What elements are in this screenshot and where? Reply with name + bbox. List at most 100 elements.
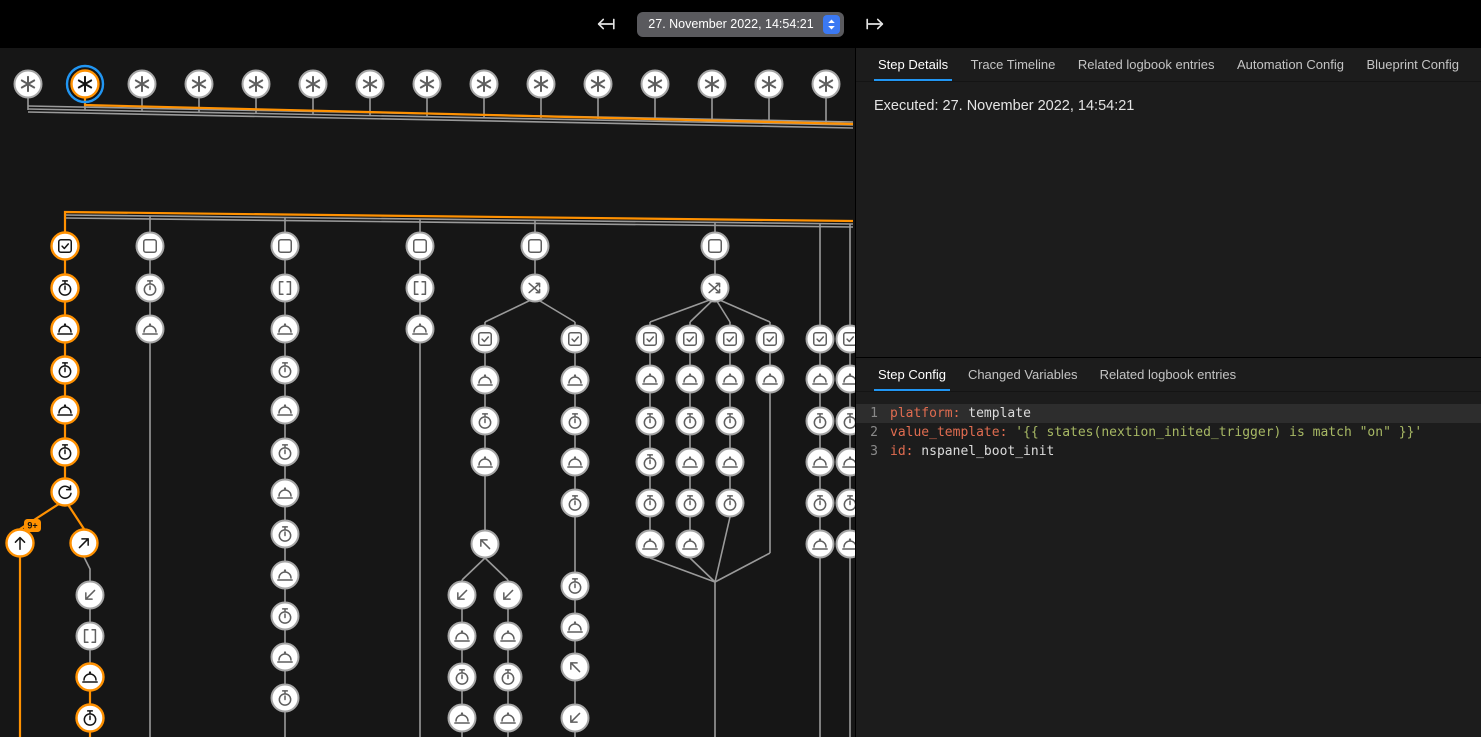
- trace-node-trigger-asterisk[interactable]: [67, 66, 103, 102]
- yaml-code-editor[interactable]: 1platform: template2value_template: '{{ …: [856, 392, 1481, 737]
- trace-node-delay-timer[interactable]: [272, 603, 299, 630]
- trace-node-trigger-asterisk[interactable]: [699, 71, 726, 98]
- trace-node-delay-timer[interactable]: [807, 408, 834, 435]
- trace-node-service-call[interactable]: [449, 705, 476, 732]
- trace-node-delay-timer[interactable]: [562, 490, 589, 517]
- trace-node-delay-timer[interactable]: [272, 685, 299, 712]
- trace-node-service-call[interactable]: [757, 366, 784, 393]
- trace-node-condition-checked[interactable]: [562, 326, 589, 353]
- trace-node-arrow-down-left[interactable]: [77, 582, 104, 609]
- trace-node-delay-timer[interactable]: [677, 490, 704, 517]
- trace-node-service-call[interactable]: [272, 316, 299, 343]
- trace-node-trigger-asterisk[interactable]: [414, 71, 441, 98]
- trace-node-condition-unchecked[interactable]: [407, 233, 434, 260]
- trace-node-service-call[interactable]: [677, 366, 704, 393]
- trace-node-service-call[interactable]: [52, 316, 79, 343]
- trace-node-trigger-asterisk[interactable]: [300, 71, 327, 98]
- trace-node-service-call[interactable]: [562, 614, 589, 641]
- trace-node-service-call[interactable]: [449, 623, 476, 650]
- trace-node-delay-timer[interactable]: [637, 408, 664, 435]
- trace-node-service-call[interactable]: [472, 449, 499, 476]
- previous-run-button[interactable]: [593, 11, 619, 37]
- trace-node-condition-checked[interactable]: [757, 326, 784, 353]
- trace-node-condition-checked[interactable]: [837, 326, 856, 353]
- tab-step-config[interactable]: Step Config: [870, 358, 954, 391]
- trace-node-condition-unchecked[interactable]: [522, 233, 549, 260]
- trace-node-delay-timer[interactable]: [837, 490, 856, 517]
- tab-related-logbook-entries[interactable]: Related logbook entries: [1092, 358, 1245, 391]
- trace-node-repeat[interactable]: [52, 479, 79, 506]
- trace-node-service-call[interactable]: [637, 531, 664, 558]
- tab-trace-timeline[interactable]: Trace Timeline: [963, 48, 1064, 81]
- trace-node-service-call[interactable]: [807, 449, 834, 476]
- trace-node-service-call[interactable]: [677, 449, 704, 476]
- trace-node-service-call[interactable]: [472, 367, 499, 394]
- trace-node-service-call[interactable]: [677, 531, 704, 558]
- trace-node-service-call[interactable]: [807, 531, 834, 558]
- trace-node-condition-checked[interactable]: [677, 326, 704, 353]
- trace-node-delay-timer[interactable]: [677, 408, 704, 435]
- trace-node-service-call[interactable]: [495, 705, 522, 732]
- trace-node-service-call[interactable]: [77, 664, 104, 691]
- trace-node-trigger-asterisk[interactable]: [585, 71, 612, 98]
- trace-node-service-call[interactable]: [837, 366, 856, 393]
- trace-node-arrow-up[interactable]: 9+: [7, 519, 42, 557]
- trace-node-delay-timer[interactable]: [472, 408, 499, 435]
- trace-node-service-call[interactable]: [562, 367, 589, 394]
- trace-node-delay-timer[interactable]: [52, 439, 79, 466]
- trace-node-trigger-asterisk[interactable]: [357, 71, 384, 98]
- trace-graph[interactable]: 9+: [0, 48, 855, 737]
- trace-node-service-call[interactable]: [837, 531, 856, 558]
- next-run-button[interactable]: [862, 11, 888, 37]
- trace-node-service-call[interactable]: [495, 623, 522, 650]
- trace-node-parallel-split[interactable]: [522, 275, 549, 302]
- run-selector[interactable]: 27. November 2022, 14:54:21: [637, 12, 843, 37]
- trace-node-condition-checked[interactable]: [472, 326, 499, 353]
- trace-node-trigger-asterisk[interactable]: [528, 71, 555, 98]
- trace-node-delay-timer[interactable]: [637, 449, 664, 476]
- trace-node-condition-unchecked[interactable]: [272, 233, 299, 260]
- trace-node-condition-checked[interactable]: [717, 326, 744, 353]
- trace-node-delay-timer[interactable]: [52, 275, 79, 302]
- tab-related-logbook-entries[interactable]: Related logbook entries: [1070, 48, 1223, 81]
- trace-node-condition-checked[interactable]: [807, 326, 834, 353]
- trace-node-service-call[interactable]: [637, 366, 664, 393]
- trace-node-service-call[interactable]: [407, 316, 434, 343]
- trace-node-delay-timer[interactable]: [449, 664, 476, 691]
- trace-node-trigger-asterisk[interactable]: [15, 71, 42, 98]
- trace-node-service-call[interactable]: [52, 397, 79, 424]
- trace-node-choose-brackets[interactable]: [407, 275, 434, 302]
- trace-node-service-call[interactable]: [272, 644, 299, 671]
- trace-node-arrow-up-right[interactable]: [71, 530, 98, 557]
- trace-node-service-call[interactable]: [717, 449, 744, 476]
- tab-automation-config[interactable]: Automation Config: [1229, 48, 1352, 81]
- trace-node-service-call[interactable]: [272, 562, 299, 589]
- trace-node-delay-timer[interactable]: [272, 439, 299, 466]
- trace-node-trigger-asterisk[interactable]: [642, 71, 669, 98]
- trace-node-trigger-asterisk[interactable]: [186, 71, 213, 98]
- trace-node-service-call[interactable]: [807, 366, 834, 393]
- trace-node-delay-timer[interactable]: [562, 408, 589, 435]
- trace-node-condition-unchecked[interactable]: [702, 233, 729, 260]
- trace-node-condition-checked[interactable]: [52, 233, 79, 260]
- trace-node-trigger-asterisk[interactable]: [756, 71, 783, 98]
- trace-node-delay-timer[interactable]: [837, 408, 856, 435]
- trace-node-delay-timer[interactable]: [807, 490, 834, 517]
- tab-step-details[interactable]: Step Details: [870, 48, 956, 81]
- trace-node-delay-timer[interactable]: [52, 357, 79, 384]
- trace-node-delay-timer[interactable]: [137, 275, 164, 302]
- trace-node-service-call[interactable]: [137, 316, 164, 343]
- trace-node-delay-timer[interactable]: [717, 490, 744, 517]
- trace-node-trigger-asterisk[interactable]: [471, 71, 498, 98]
- trace-node-choose-brackets[interactable]: [77, 623, 104, 650]
- trace-node-trigger-asterisk[interactable]: [813, 71, 840, 98]
- trace-node-parallel-split[interactable]: [702, 275, 729, 302]
- trace-node-arrow-down-left[interactable]: [495, 582, 522, 609]
- trace-node-arrow-up-left[interactable]: [472, 531, 499, 558]
- trace-node-delay-timer[interactable]: [495, 664, 522, 691]
- trace-node-arrow-down-left[interactable]: [562, 705, 589, 732]
- trace-node-trigger-asterisk[interactable]: [129, 71, 156, 98]
- trace-node-service-call[interactable]: [837, 449, 856, 476]
- trace-node-trigger-asterisk[interactable]: [243, 71, 270, 98]
- trace-node-choose-brackets[interactable]: [272, 275, 299, 302]
